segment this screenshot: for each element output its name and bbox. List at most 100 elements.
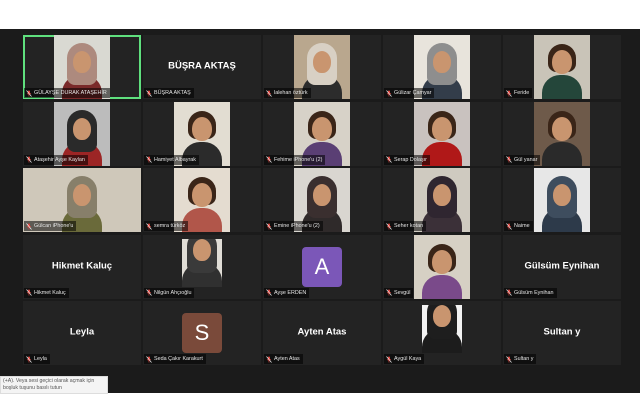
participant-name: Seda Çakır Karakurt [154,356,203,362]
participant-tile[interactable]: Feride [503,35,621,99]
participant-tile[interactable]: Ataşehir Ayşe Kaylan [23,101,141,166]
participant-tile[interactable]: semra türköz [143,168,261,232]
participant-name-label: Ayten Atas [264,354,303,364]
mic-muted-icon [386,156,392,163]
participant-tile[interactable]: BÜŞRA AKTAŞ BÜŞRA AKTAŞ [143,35,261,99]
participant-name: Ayşe ERDEN [274,289,307,296]
mic-muted-icon [386,89,392,97]
participant-name-label: Emine iPhone'u (2) [264,221,323,231]
person-silhouette [182,238,222,287]
mic-muted-icon [506,89,512,97]
participant-name: Feride [514,90,530,96]
participant-tile[interactable]: Emine iPhone'u (2) [263,168,381,232]
participant-tile[interactable]: S Seda Çakır Karakurt [143,301,261,365]
participant-name: Aygül Kaya [394,356,422,362]
mic-muted-icon [506,355,512,363]
participant-name-label: Nilgün Ahçıoğlu [144,287,195,298]
participant-name: Gülsüm Eynihan [514,289,554,296]
participant-name-label: Feride [504,88,533,98]
participant-tile[interactable]: Sultan y Sultan y [503,301,621,365]
mic-muted-icon [266,89,272,97]
participant-name-label: Aygül Kaya [384,354,425,364]
participant-name-label: Ayşe ERDEN [264,287,310,298]
participant-video [422,305,462,353]
participant-name: BÜŞRA AKTAŞ [154,90,191,96]
mic-muted-icon [26,156,32,163]
participant-tile[interactable]: Sevgül [383,234,501,299]
mic-muted-icon [386,355,392,363]
participant-name-label: Sevgül [384,287,414,298]
participant-name: Gülizar Çamyar [394,90,432,96]
participant-tile[interactable]: Naime [503,168,621,232]
participant-name: Serap Dolaşır [394,156,427,163]
participant-name-label: Leyla [24,354,50,364]
person-silhouette [542,41,582,99]
mic-muted-icon [146,289,152,296]
participant-tile[interactable]: Gülsüm Eynihan Gülsüm Eynihan [503,234,621,299]
participant-name: Gül yanar [514,156,538,163]
person-silhouette [422,305,462,353]
participant-video [414,234,470,299]
participant-video [534,35,590,99]
participant-avatar: S [182,313,222,353]
mic-muted-icon [266,156,272,163]
participant-name-label: Hamiyet Albayrak [144,154,199,165]
participant-tile[interactable]: Fehime iPhone'u (2) [263,101,381,166]
participant-tile[interactable]: Hamiyet Albayrak [143,101,261,166]
participant-name: Nilgün Ahçıoğlu [154,289,192,296]
participant-name: lalehan öztürk [274,90,308,96]
person-silhouette [422,174,462,232]
participant-name-label: Gül yanar [504,154,541,165]
participant-name-label: Ataşehir Ayşe Kaylan [24,154,88,165]
participant-name-label: BÜŞRA AKTAŞ [144,88,194,98]
mic-muted-icon [26,89,32,97]
mic-muted-icon [386,289,392,296]
participant-name-label: Sultan y [504,354,537,364]
mic-muted-icon [506,222,512,230]
person-silhouette [542,174,582,232]
participant-grid: GÜLAYŞE DURAK ATAŞEHİR BÜŞRA AKTAŞ BÜŞRA A… [23,35,621,365]
participant-name-label: Hikmet Kaluç [24,287,69,298]
participant-name-label: lalehan öztürk [264,88,311,98]
participant-tile[interactable]: GÜLAYŞE DURAK ATAŞEHİR [23,35,141,99]
participant-name-label: Gülcan iPhone'u [24,221,77,231]
participant-name-label: Naime [504,221,533,231]
mic-muted-icon [266,222,272,230]
participant-tile[interactable]: Gülcan iPhone'u [23,168,141,232]
mic-muted-icon [266,355,272,363]
participant-name: Seher kotan [394,223,424,229]
participant-video [182,238,222,287]
participant-tile[interactable]: Gül yanar [503,101,621,166]
participant-name: Fehime iPhone'u (2) [274,156,323,163]
participant-tile[interactable]: Nilgün Ahçıoğlu [143,234,261,299]
participant-name-label: Fehime iPhone'u (2) [264,154,326,165]
participant-video [534,101,590,166]
participant-tile[interactable]: Aygül Kaya [383,301,501,365]
video-conference-window: GÜLAYŞE DURAK ATAŞEHİR BÜŞRA AKTAŞ BÜŞRA A… [0,29,640,393]
participant-name: Hikmet Kaluç [34,289,66,296]
mic-muted-icon [506,156,512,163]
participant-name: semra türköz [154,223,186,229]
participant-name: Sevgül [394,289,411,296]
participant-tile[interactable]: Hikmet Kaluç Hikmet Kaluç [23,234,141,299]
participant-tile[interactable]: Gülizar Çamyar [383,35,501,99]
participant-tile[interactable]: A Ayşe ERDEN [263,234,381,299]
participant-name: Ayten Atas [274,356,300,362]
participant-tile[interactable]: Serap Dolaşır [383,101,501,166]
participant-tile[interactable]: Ayten Atas Ayten Atas [263,301,381,365]
participant-display-name: BÜŞRA AKTAŞ [168,60,236,72]
participant-tile[interactable]: Leyla Leyla [23,301,141,365]
participant-name: Naime [514,223,530,229]
participant-display-name: Ayten Atas [297,326,347,338]
participant-name-label: semra türköz [144,221,189,231]
participant-name: Hamiyet Albayrak [154,156,196,163]
participant-name-label: GÜLAYŞE DURAK ATAŞEHİR [24,88,110,98]
participant-tile[interactable]: Seher kotan [383,168,501,232]
participant-tile[interactable]: lalehan öztürk [263,35,381,99]
keyboard-hint-caption: (+A). Veya sesi geçici olarak açmak için… [0,376,108,394]
participant-name: Sultan y [514,356,534,362]
participant-name-label: Serap Dolaşır [384,154,430,165]
participant-display-name: Leyla [69,326,95,338]
mic-muted-icon [146,222,152,230]
participant-name: Emine iPhone'u (2) [274,223,320,229]
